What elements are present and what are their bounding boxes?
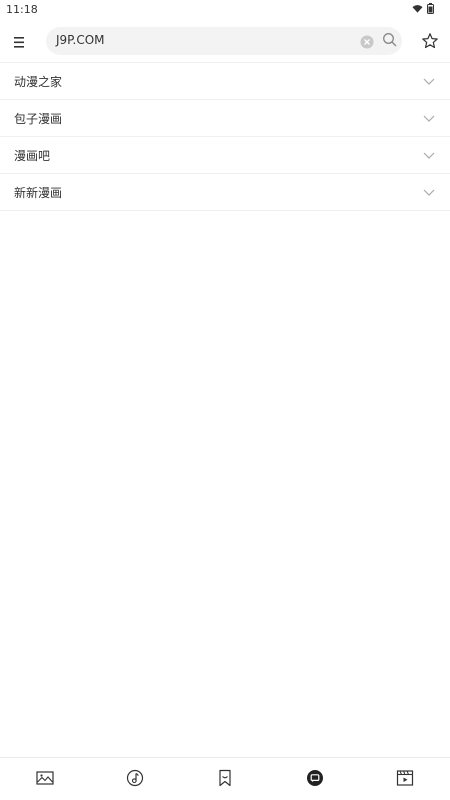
menu-icon xyxy=(14,37,24,48)
list-item-label: 漫画吧 xyxy=(14,149,51,163)
wifi-icon xyxy=(412,4,423,13)
list-item-label: 包子漫画 xyxy=(14,112,63,126)
menu-button[interactable] xyxy=(10,32,30,52)
search-icon xyxy=(383,33,397,47)
clear-button[interactable] xyxy=(360,34,374,49)
image-icon xyxy=(36,771,54,785)
nav-bookmark[interactable] xyxy=(214,767,236,789)
nav-video[interactable] xyxy=(394,767,416,789)
status-icons xyxy=(412,3,434,14)
list-item[interactable]: 包子漫画 xyxy=(0,99,450,136)
favorite-button[interactable] xyxy=(421,32,439,50)
chat-icon xyxy=(307,770,323,786)
chevron-down-icon xyxy=(423,189,435,196)
video-icon xyxy=(396,770,414,786)
bottom-nav xyxy=(0,757,450,800)
top-bar: J9P.COM xyxy=(0,24,450,60)
list-item[interactable]: 漫画吧 xyxy=(0,136,450,173)
nav-music[interactable] xyxy=(124,767,146,789)
list-item-label: 动漫之家 xyxy=(14,75,63,89)
nav-chat[interactable] xyxy=(304,767,326,789)
chevron-down-icon xyxy=(423,115,435,122)
search-button[interactable] xyxy=(382,32,398,48)
site-list: 动漫之家 包子漫画 漫画吧 新新漫画 xyxy=(0,62,450,211)
list-item-label: 新新漫画 xyxy=(14,186,63,200)
music-icon xyxy=(126,769,144,787)
battery-icon xyxy=(427,3,434,14)
list-item[interactable]: 动漫之家 xyxy=(0,62,450,99)
status-bar: 11:18 xyxy=(0,0,450,20)
bookmark-icon xyxy=(219,769,231,787)
search-value: J9P.COM xyxy=(56,33,105,47)
chevron-down-icon xyxy=(423,78,435,85)
search-input[interactable]: J9P.COM xyxy=(46,27,402,55)
list-item[interactable]: 新新漫画 xyxy=(0,173,450,211)
star-icon xyxy=(422,33,438,49)
nav-image[interactable] xyxy=(34,767,56,789)
status-time: 11:18 xyxy=(6,3,38,16)
chevron-down-icon xyxy=(423,152,435,159)
clear-icon xyxy=(360,35,374,49)
